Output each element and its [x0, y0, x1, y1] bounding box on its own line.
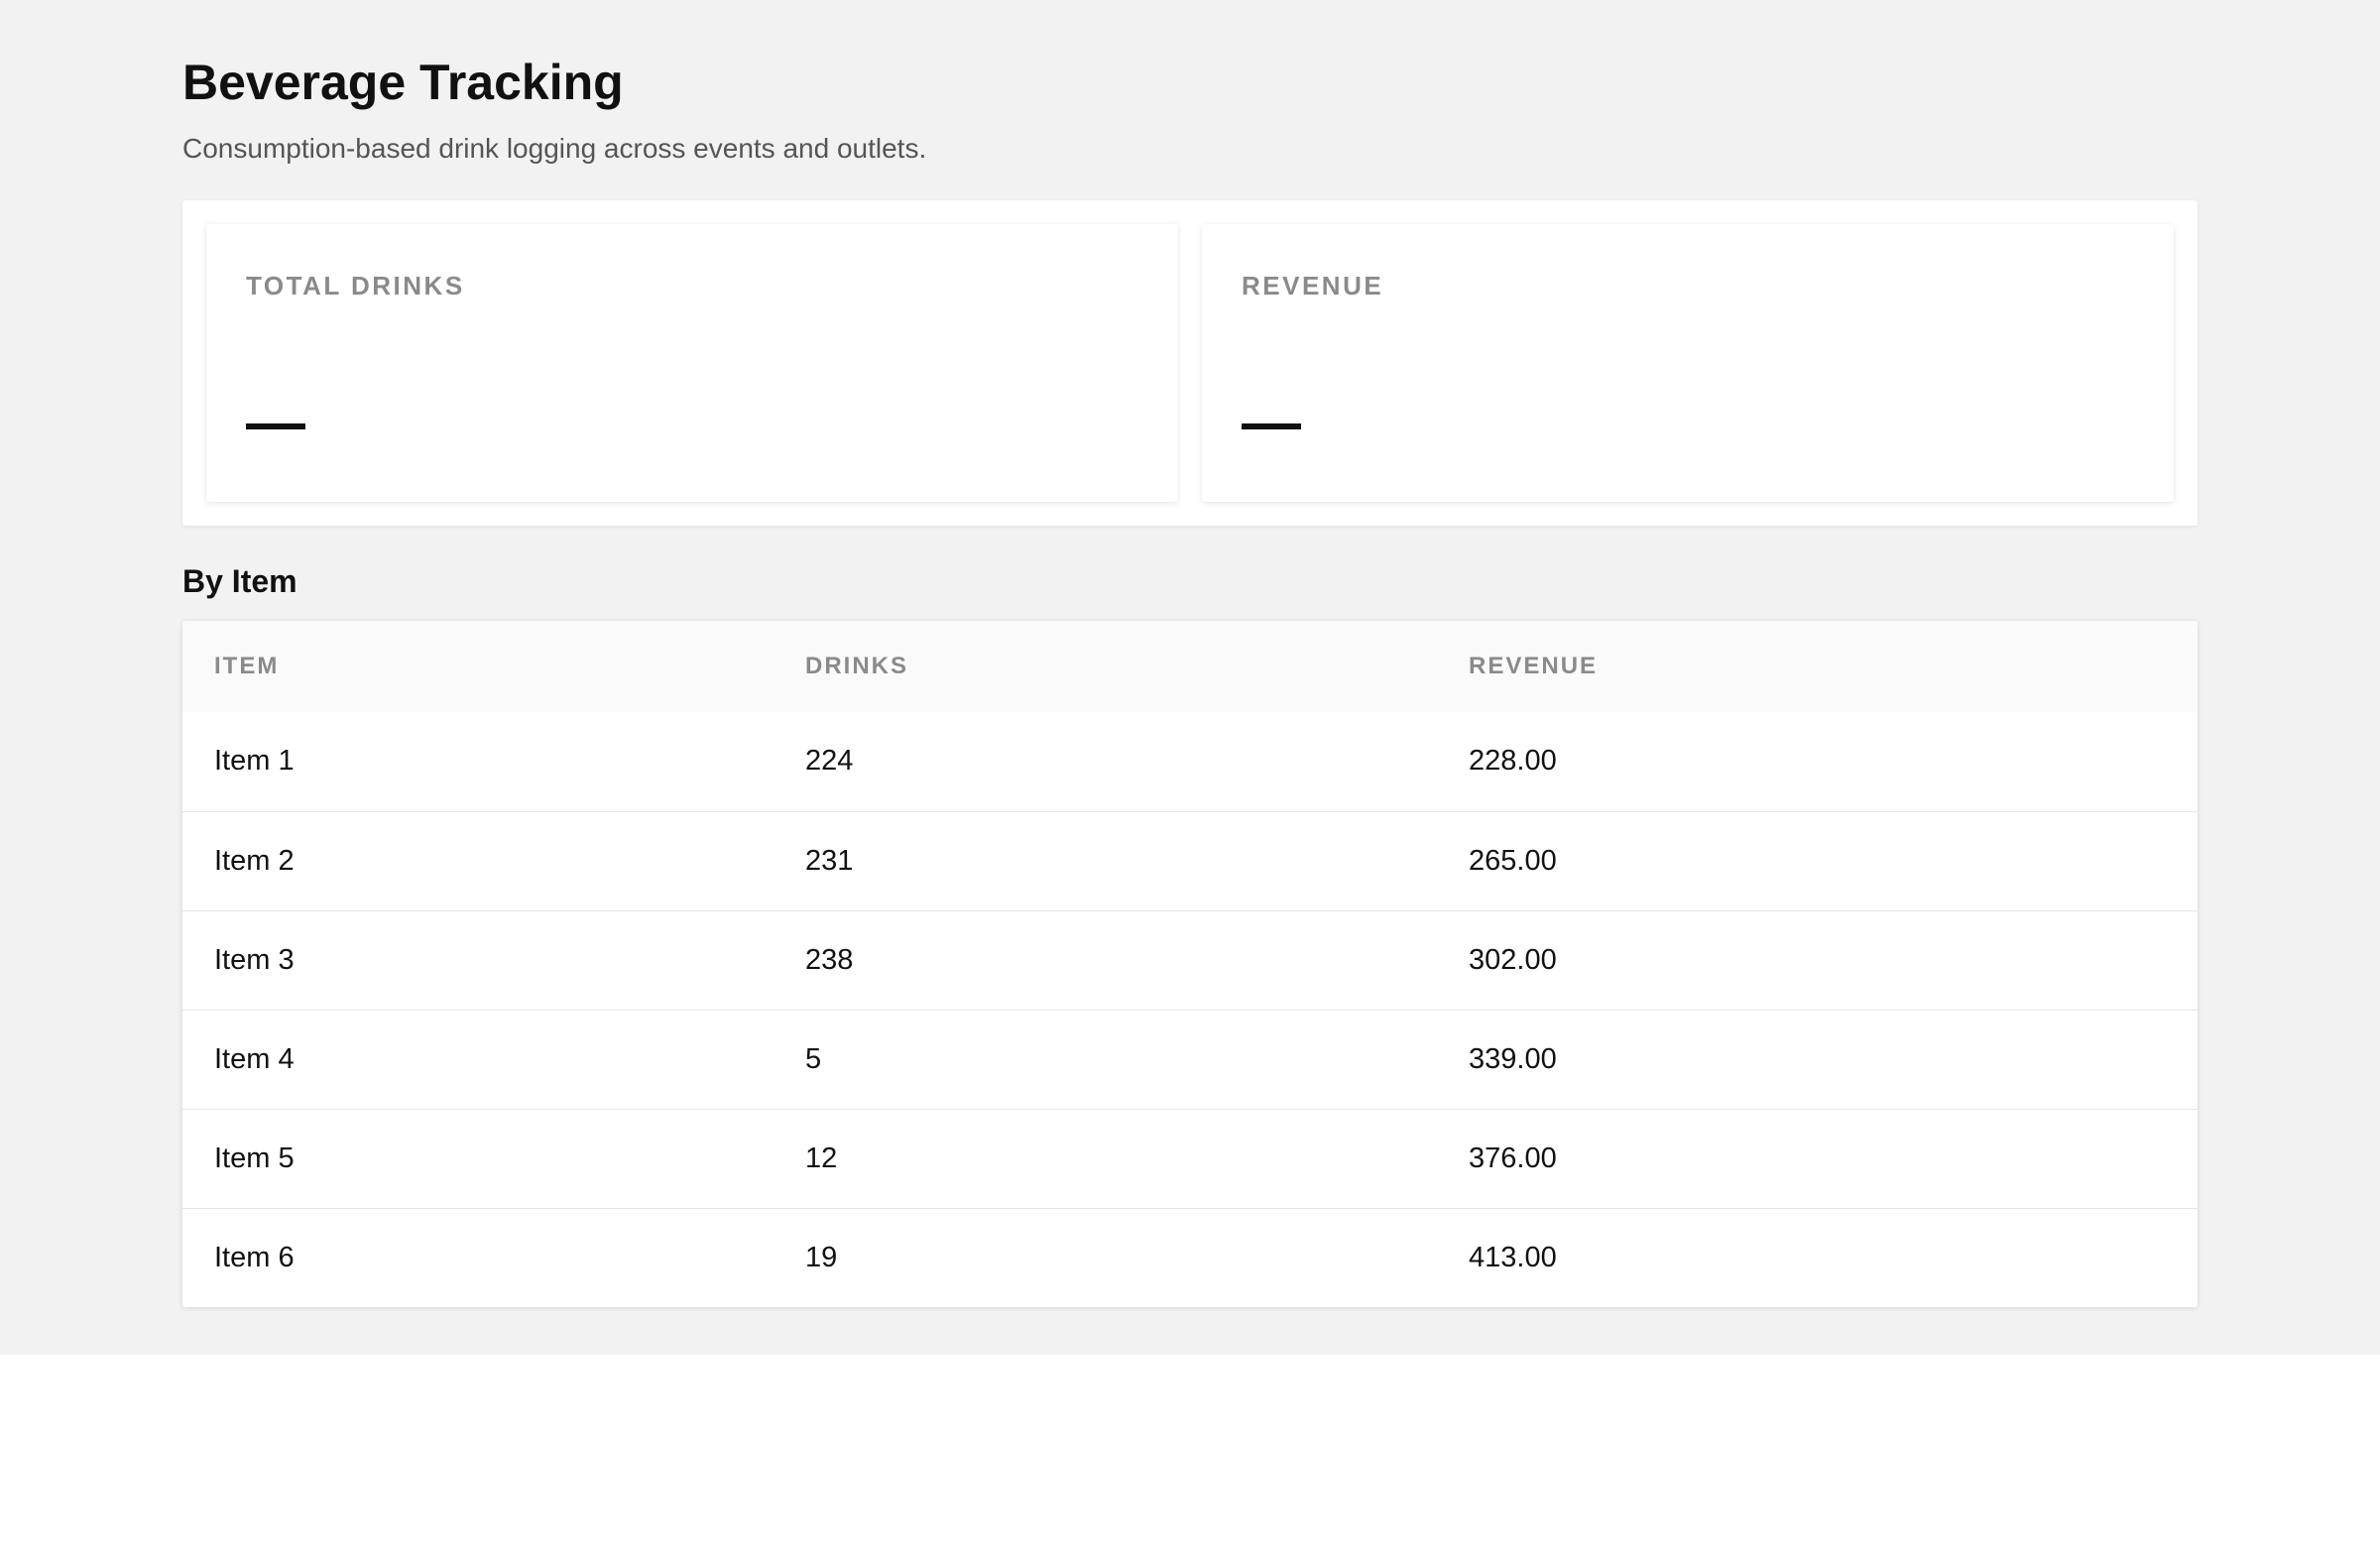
cell-item: Item 1 — [214, 745, 295, 778]
column-header-revenue: REVENUE — [1469, 653, 1599, 679]
table-row: Item 6 19 413.00 — [182, 1208, 2198, 1307]
cell-drinks: 5 — [805, 1042, 822, 1075]
page-background: Beverage Tracking Consumption-based drin… — [0, 0, 2380, 1355]
column-header-drinks: DRINKS — [805, 653, 909, 679]
section-title-by-item: By Item — [182, 563, 298, 599]
cell-item: Item 2 — [214, 844, 295, 877]
cell-drinks: 224 — [805, 745, 854, 778]
table-row: Item 5 12 376.00 — [182, 1109, 2198, 1208]
cell-item: Item 6 — [214, 1241, 295, 1273]
column-header-item: ITEM — [214, 653, 280, 679]
stat-value: — — [1242, 389, 1301, 455]
stat-label: TOTAL DRINKS — [246, 271, 465, 301]
cell-item: Item 3 — [214, 943, 295, 976]
cell-drinks: 238 — [805, 943, 854, 976]
page-subtitle: Consumption-based drink logging across e… — [182, 133, 927, 164]
cell-drinks: 12 — [805, 1142, 838, 1174]
page-title: Beverage Tracking — [182, 55, 624, 110]
cell-revenue: 339.00 — [1469, 1042, 1557, 1075]
cell-drinks: 231 — [805, 844, 854, 877]
cell-revenue: 413.00 — [1469, 1241, 1557, 1273]
cell-revenue: 376.00 — [1469, 1142, 1557, 1174]
cell-item: Item 4 — [214, 1042, 295, 1075]
table-row: Item 2 231 265.00 — [182, 811, 2198, 910]
stat-value: — — [246, 389, 305, 455]
cell-item: Item 5 — [214, 1142, 295, 1174]
table-row: Item 1 224 228.00 — [182, 712, 2198, 811]
by-item-table: ITEM DRINKS REVENUE Item 1 224 228.00 It… — [182, 621, 2198, 1307]
stat-card-revenue: REVENUE — — [1202, 224, 2174, 502]
cell-drinks: 19 — [805, 1241, 838, 1273]
stat-card-total-drinks: TOTAL DRINKS — — [206, 224, 1178, 502]
table-row: Item 4 5 339.00 — [182, 1010, 2198, 1109]
table-header-row: ITEM DRINKS REVENUE — [182, 621, 2198, 712]
cell-revenue: 228.00 — [1469, 745, 1557, 778]
cell-revenue: 265.00 — [1469, 844, 1557, 877]
stats-panel: TOTAL DRINKS — REVENUE — — [182, 200, 2198, 526]
stat-label: REVENUE — [1242, 271, 1384, 301]
cell-revenue: 302.00 — [1469, 943, 1557, 976]
by-item-table-card: ITEM DRINKS REVENUE Item 1 224 228.00 It… — [182, 621, 2198, 1307]
table-row: Item 3 238 302.00 — [182, 910, 2198, 1010]
